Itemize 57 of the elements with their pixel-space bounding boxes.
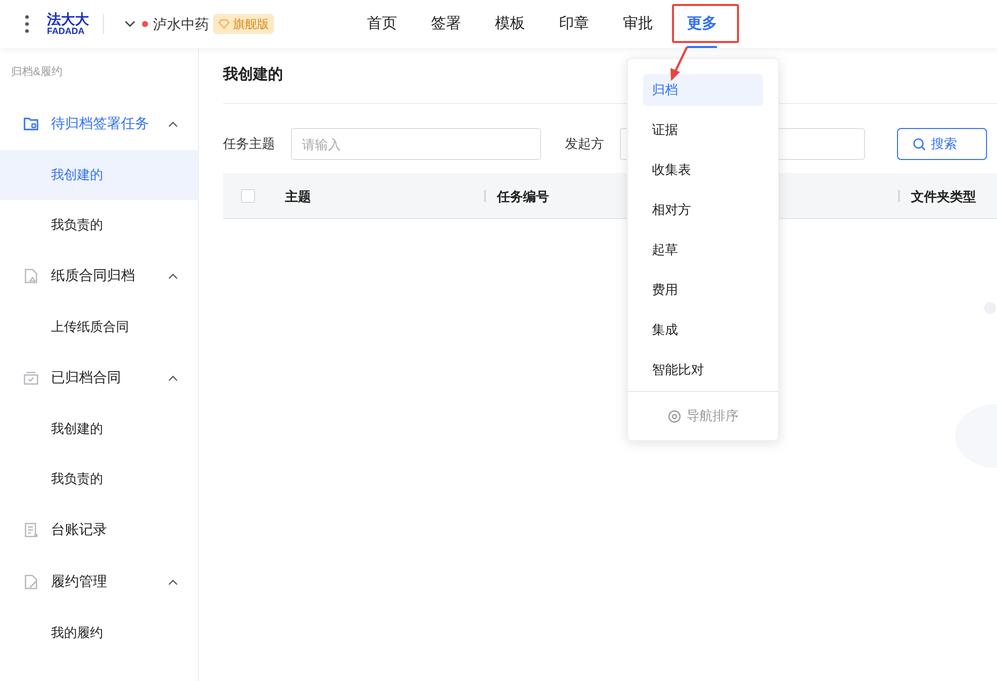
sidebar-item[interactable]: 我创建的: [0, 150, 198, 200]
input-field[interactable]: 请输入: [291, 128, 541, 160]
chevron-up-icon: [168, 120, 178, 126]
sidebar-group[interactable]: 纸质合同归档: [0, 250, 198, 302]
list-document-icon: [23, 522, 39, 538]
search-icon: [913, 138, 926, 150]
sidebar-group[interactable]: 台账记录: [0, 504, 198, 556]
filter-label: 任务主题: [223, 135, 275, 154]
chevron-up-icon: [168, 272, 178, 278]
checkbox[interactable]: [241, 189, 255, 203]
annotation-arrow: [669, 46, 689, 82]
company-switcher[interactable]: 泸水中药: [124, 14, 209, 34]
logo-wordmark: FADADA: [47, 27, 84, 36]
sidebar-group[interactable]: 待归档签署任务: [0, 98, 198, 150]
filter-label: 发起方: [565, 135, 604, 154]
menu-item[interactable]: 收集表: [643, 154, 763, 186]
more-menu-icon[interactable]: [25, 15, 29, 33]
eye-icon: [668, 410, 680, 422]
sidebar-group[interactable]: 已归档合同: [0, 352, 198, 404]
sidebar-item[interactable]: 我负责的: [0, 200, 198, 250]
nav-tab[interactable]: 印章: [559, 0, 589, 48]
nav-tab[interactable]: 模板: [495, 0, 525, 48]
menu-item[interactable]: 智能比对: [643, 354, 763, 386]
menu-item[interactable]: 归档: [643, 74, 763, 106]
folder-icon: [23, 116, 39, 132]
sidebar-item[interactable]: 我创建的: [0, 404, 198, 454]
diamond-icon: [218, 19, 230, 29]
edition-badge: 旗舰版: [213, 14, 274, 34]
nav-tab[interactable]: 更多: [687, 0, 717, 48]
chevron-up-icon: [168, 374, 178, 380]
nav-tab[interactable]: 签署: [431, 0, 461, 48]
menu-item[interactable]: 相对方: [643, 194, 763, 226]
company-name: 泸水中药: [153, 14, 209, 34]
column-header[interactable]: 文件夹类型: [911, 187, 976, 206]
sidebar-item[interactable]: 我负责的: [0, 454, 198, 504]
section-label: 归档&履约: [10, 65, 64, 80]
nav-tab[interactable]: 首页: [367, 0, 397, 48]
chevron-down-icon: [124, 20, 136, 28]
menu-item[interactable]: 证据: [643, 114, 763, 146]
menu-item[interactable]: 集成: [643, 314, 763, 346]
sidebar-item[interactable]: 我的履约: [0, 608, 198, 658]
sidebar-group[interactable]: 履约管理: [0, 556, 198, 608]
sidebar-item[interactable]: 上传纸质合同: [0, 302, 198, 352]
nav-tab[interactable]: 审批: [623, 0, 653, 48]
document-icon: [23, 268, 39, 284]
logo-mark: 法大大: [47, 12, 89, 26]
annotation-box: [672, 4, 739, 43]
page-title: 我创建的: [223, 65, 283, 86]
chevron-up-icon: [168, 578, 178, 584]
search-button[interactable]: 搜索: [897, 128, 987, 160]
column-header[interactable]: 任务编号: [497, 187, 549, 206]
document-pen-icon: [23, 574, 39, 590]
column-header[interactable]: 主题: [285, 187, 311, 206]
menu-item[interactable]: 起草: [643, 234, 763, 266]
tray-icon: [23, 370, 39, 386]
menu-item[interactable]: 费用: [643, 274, 763, 306]
status-dot-icon: [142, 21, 148, 27]
